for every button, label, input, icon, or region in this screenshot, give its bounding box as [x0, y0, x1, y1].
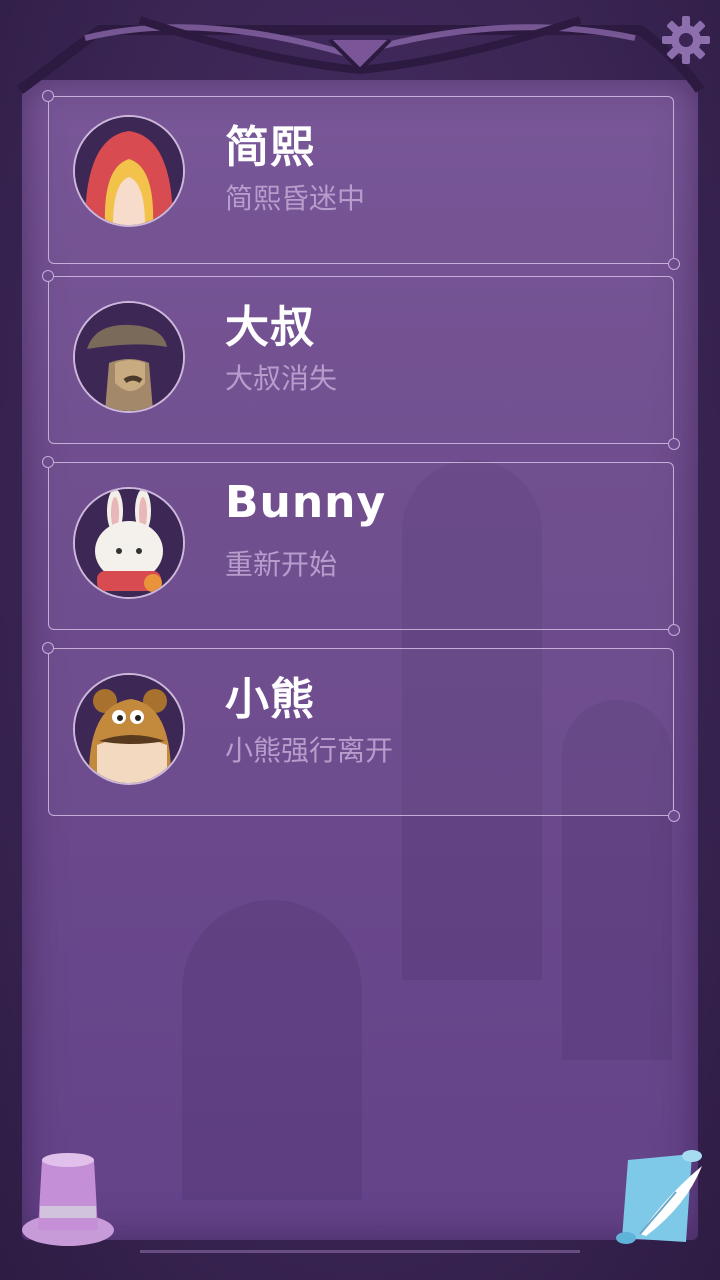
red-hood-girl-avatar	[73, 115, 185, 227]
gear-icon	[662, 16, 710, 64]
save-status: 简熙昏迷中	[225, 182, 366, 215]
save-name: 大叔	[225, 302, 315, 353]
top-hat-icon	[22, 1153, 114, 1246]
top-hat-button[interactable]	[18, 1146, 118, 1250]
save-status: 重新开始	[225, 548, 338, 581]
top-ornament	[16, 16, 705, 94]
save-name: 简熙	[225, 122, 315, 173]
white-bunny-avatar	[73, 487, 185, 599]
save-slot-1[interactable]: 简熙 简熙昏迷中	[42, 90, 680, 270]
save-status: 大叔消失	[225, 362, 338, 395]
journal-button[interactable]	[606, 1146, 710, 1250]
bear-avatar	[73, 673, 185, 785]
save-name: Bunny	[225, 477, 387, 528]
settings-button[interactable]	[658, 12, 714, 68]
save-status: 小熊强行离开	[225, 734, 394, 767]
save-slot-4[interactable]: 小熊 小熊强行离开	[42, 642, 680, 822]
uncle-flat-cap-avatar	[73, 301, 185, 413]
bottom-divider	[140, 1250, 580, 1253]
house-silhouette	[182, 900, 362, 1200]
save-slot-2[interactable]: 大叔 大叔消失	[42, 270, 680, 450]
save-slot-3[interactable]: Bunny 重新开始	[42, 456, 680, 636]
scroll-quill-icon	[616, 1150, 702, 1244]
save-name: 小熊	[225, 674, 315, 725]
